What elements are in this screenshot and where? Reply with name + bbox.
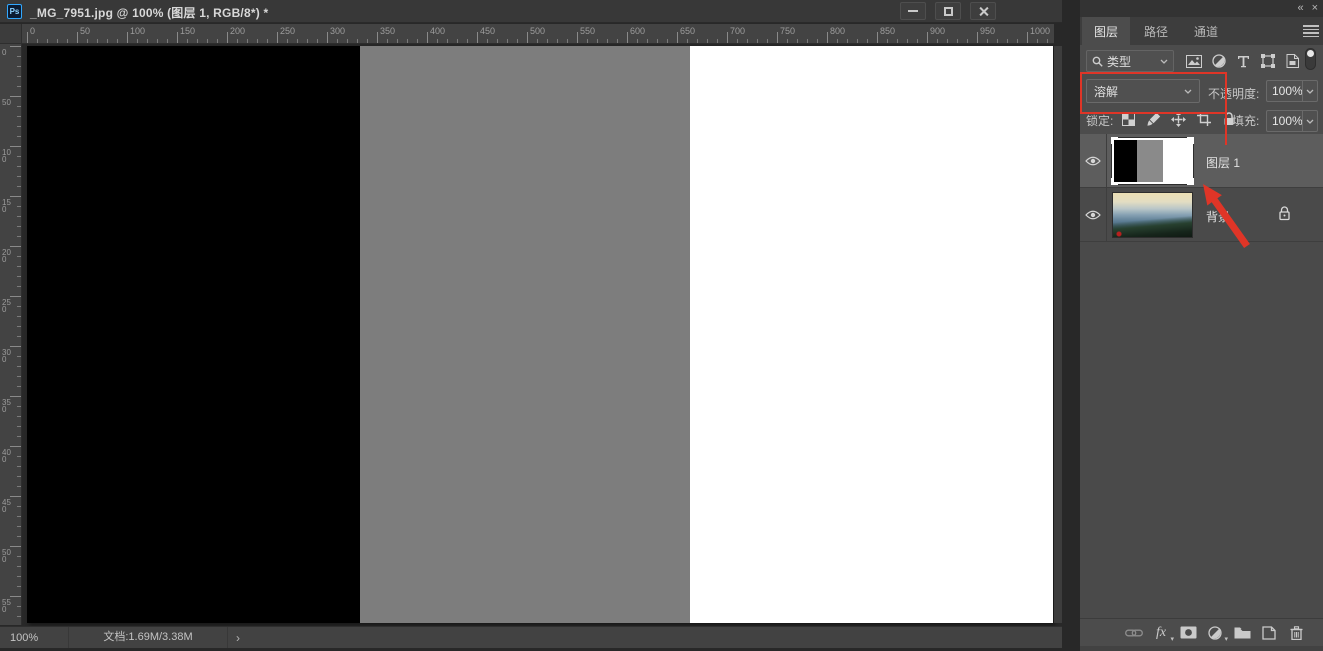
maximize-button[interactable] [935, 2, 961, 20]
panel-group-header: « × [1080, 0, 1323, 17]
chevron-down-icon [1184, 89, 1192, 94]
background-visibility-toggle[interactable] [1080, 188, 1107, 241]
canvas-white-band[interactable] [690, 46, 1053, 623]
minimize-button[interactable] [900, 2, 926, 20]
annotation-line-overshoot [1225, 114, 1227, 145]
layer1-name[interactable]: 图层 1 [1206, 154, 1240, 171]
layer-styles-button[interactable]: fx ▾ [1152, 623, 1170, 643]
link-layers-icon [1125, 629, 1143, 637]
opacity-label: 不透明度: [1208, 85, 1259, 102]
panel-tabbar: 图层 路径 通道 [1080, 17, 1323, 45]
blend-mode-row: 溶解 不透明度: 100% [1080, 77, 1323, 107]
eye-icon [1085, 156, 1101, 166]
chevron-down-icon [1306, 89, 1314, 94]
filter-shape-layers-button[interactable] [1258, 51, 1278, 71]
chevron-down-icon: ▾ [1224, 635, 1228, 643]
layer1-visibility-toggle[interactable] [1080, 134, 1107, 187]
new-layer-button[interactable] [1260, 623, 1278, 643]
type-filter-icon [1237, 55, 1250, 68]
close-button[interactable] [970, 2, 996, 20]
fill-dropdown-button[interactable] [1302, 110, 1318, 132]
chevron-down-icon [1160, 59, 1168, 64]
photoshop-logo-icon: Ps [7, 4, 22, 19]
filter-toggle[interactable] [1305, 48, 1316, 70]
filter-type-label: 类型 [1107, 53, 1160, 70]
layers-panel: « × 图层 路径 通道 类型 [1080, 0, 1323, 651]
filter-toggle-knob [1307, 50, 1314, 57]
delete-layer-button[interactable] [1287, 623, 1305, 643]
panel-menu-icon[interactable] [1303, 25, 1319, 37]
ruler-corner [0, 24, 22, 44]
minimize-icon [908, 10, 918, 12]
background-thumbnail[interactable] [1112, 192, 1193, 238]
tab-paths[interactable]: 路径 [1132, 17, 1180, 45]
filter-type-layers-button[interactable] [1233, 51, 1253, 71]
lock-position-button[interactable] [1170, 109, 1187, 129]
adjustment-filter-icon [1212, 54, 1226, 68]
vertical-scrollbar[interactable] [1054, 46, 1062, 623]
lock-transparency-icon [1122, 113, 1135, 126]
opacity-value-field[interactable]: 100% [1266, 80, 1302, 102]
lock-transparency-button[interactable] [1120, 109, 1137, 129]
layer1-thumbnail[interactable] [1112, 138, 1193, 184]
new-group-icon [1234, 627, 1251, 639]
lock-image-pixels-button[interactable] [1145, 109, 1162, 129]
maximize-icon [944, 7, 953, 16]
lock-artboard-icon [1197, 112, 1211, 126]
document-title: _MG_7951.jpg @ 100% (图层 1, RGB/8*) * [30, 4, 268, 21]
lock-label: 锁定: [1086, 112, 1113, 129]
zoom-level-field[interactable]: 100% [10, 632, 54, 644]
document-canvas[interactable] [27, 46, 1053, 623]
add-layer-mask-button[interactable] [1179, 623, 1197, 643]
status-expander-icon[interactable]: › [236, 631, 240, 645]
lock-artboard-button[interactable] [1195, 109, 1212, 129]
layers-panel-footer: fx ▾ ▾ [1080, 618, 1323, 646]
link-layers-button[interactable] [1125, 623, 1143, 643]
chevron-down-icon [1306, 119, 1314, 124]
panel-close-icon[interactable]: × [1312, 3, 1318, 14]
tab-layers[interactable]: 图层 [1082, 17, 1130, 45]
canvas-gray-band[interactable] [360, 46, 690, 623]
ruler-horizontal[interactable]: 0501001502002503003504004505005506006507… [0, 24, 1054, 44]
filter-type-dropdown[interactable]: 类型 [1086, 50, 1174, 72]
close-icon [978, 6, 989, 17]
annotation-arrow-to-layer1 [1195, 175, 1257, 253]
delete-layer-icon [1290, 626, 1303, 640]
eye-icon [1085, 210, 1101, 220]
panel-resize-grip[interactable] [1080, 646, 1323, 651]
blend-mode-dropdown[interactable]: 溶解 [1086, 79, 1200, 103]
filter-image-layers-button[interactable] [1184, 51, 1204, 71]
opacity-dropdown-button[interactable] [1302, 80, 1318, 102]
status-bar: 100% 文档:1.69M/3.38M › [0, 626, 1062, 648]
new-adjustment-layer-icon [1208, 626, 1222, 640]
filter-smart-objects-button[interactable] [1282, 51, 1302, 71]
lock-position-icon [1171, 112, 1186, 127]
document-titlebar[interactable]: Ps _MG_7951.jpg @ 100% (图层 1, RGB/8*) * [0, 0, 1062, 23]
shape-filter-icon [1261, 54, 1275, 68]
padlock-icon [1278, 206, 1291, 221]
layer-filter-row: 类型 [1080, 45, 1323, 77]
add-layer-mask-icon [1180, 626, 1197, 639]
new-adjustment-layer-button[interactable]: ▾ [1206, 623, 1224, 643]
document-size-info[interactable]: 文档:1.69M/3.38M [68, 627, 228, 648]
canvas-black-band[interactable] [27, 46, 360, 623]
search-icon [1092, 56, 1103, 67]
background-lock-badge [1278, 206, 1291, 221]
fx-icon: fx [1156, 625, 1166, 641]
lock-row: 锁定: 填充: 100% [1080, 107, 1323, 133]
image-filter-icon [1186, 55, 1202, 68]
lock-image-icon [1147, 112, 1161, 126]
new-layer-icon [1262, 626, 1276, 640]
chevron-down-icon: ▾ [1170, 635, 1174, 643]
tab-channels[interactable]: 通道 [1182, 17, 1230, 45]
filter-adjustment-layers-button[interactable] [1209, 51, 1229, 71]
blend-mode-value: 溶解 [1094, 83, 1184, 100]
ruler-vertical[interactable]: 050100150200250300350400450500550 [0, 44, 22, 625]
document-window: Ps _MG_7951.jpg @ 100% (图层 1, RGB/8*) * … [0, 0, 1062, 648]
smart-object-filter-icon [1286, 54, 1299, 68]
new-group-button[interactable] [1233, 623, 1251, 643]
collapse-panels-icon[interactable]: « [1297, 3, 1303, 14]
fill-label: 填充: [1232, 112, 1259, 129]
fill-value-field[interactable]: 100% [1266, 110, 1302, 132]
